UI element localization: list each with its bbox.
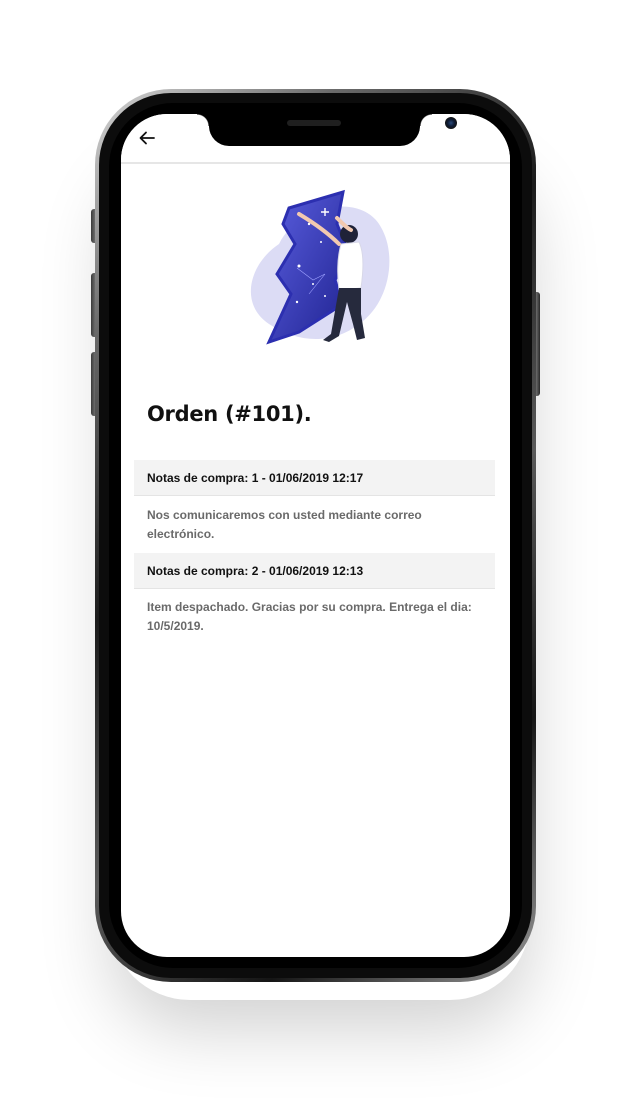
mockup-stage: Orden (#101). Notas de compra: 1 - 01/06… <box>0 0 631 1112</box>
back-button[interactable] <box>135 126 159 150</box>
purchase-note-body: Item despachado. Gracias por su compra. … <box>147 600 472 633</box>
purchase-note-header: Notas de compra: 2 - 01/06/2019 12:13 <box>134 553 495 589</box>
man-holding-night-sky-illustration <box>250 189 390 345</box>
earpiece-speaker <box>287 120 341 126</box>
purchase-note-body: Nos comunicaremos con usted mediante cor… <box>147 508 422 541</box>
purchase-note-header-text: Notas de compra: 1 - 01/06/2019 12:17 <box>147 471 364 485</box>
purchase-note-header: Notas de compra: 1 - 01/06/2019 12:17 <box>134 460 495 496</box>
phone-notch <box>197 114 457 146</box>
purchase-note-header-text: Notas de compra: 2 - 01/06/2019 12:13 <box>147 564 364 578</box>
front-camera <box>445 117 457 129</box>
phone-screen: Orden (#101). Notas de compra: 1 - 01/06… <box>121 114 510 957</box>
order-illustration <box>239 184 399 364</box>
order-title: Orden (#101). <box>147 402 312 426</box>
arrow-left-icon <box>139 131 155 145</box>
